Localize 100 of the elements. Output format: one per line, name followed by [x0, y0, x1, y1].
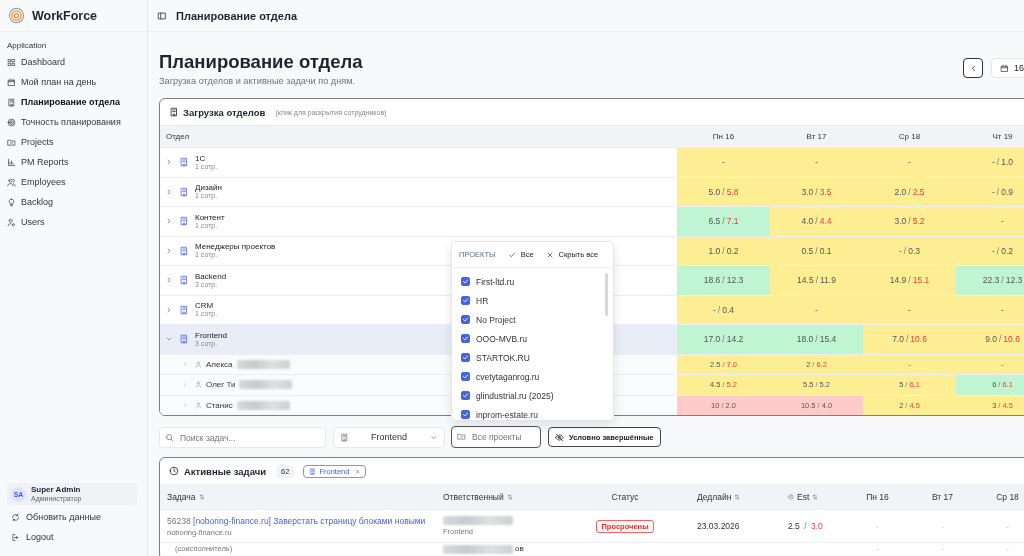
- project-option[interactable]: cvetytaganrog.ru: [452, 367, 613, 386]
- column-header: Чт 19: [991, 132, 1014, 141]
- sidebar-item[interactable]: Планирование отдела: [0, 92, 147, 112]
- department-name[interactable]: 1C: [195, 153, 218, 163]
- people-icon: [7, 177, 16, 187]
- checkbox[interactable]: [461, 315, 470, 324]
- column-header[interactable]: Пн 16: [845, 491, 910, 502]
- project-option[interactable]: First-ltd.ru: [452, 272, 613, 291]
- day-value: -: [941, 521, 944, 531]
- column-header[interactable]: Задача: [160, 491, 437, 502]
- load-cell: -: [770, 295, 863, 324]
- checkbox[interactable]: [461, 372, 470, 381]
- column-header[interactable]: Ср 18: [975, 491, 1024, 502]
- sidebar-section-label: Application: [7, 41, 48, 50]
- load-cell: 0.5 / 0.1: [770, 236, 863, 265]
- sort-icon: [198, 493, 205, 500]
- sidebar-item[interactable]: Точность планирования: [0, 112, 147, 132]
- building-icon: [7, 97, 16, 107]
- department-name[interactable]: Менеджеры проектов: [195, 242, 276, 252]
- previous-button[interactable]: [963, 58, 983, 78]
- load-cell: -: [863, 148, 956, 177]
- expand-chevron-icon[interactable]: [165, 246, 173, 255]
- column-header[interactable]: Дедлайн: [670, 491, 770, 502]
- building-icon: [309, 467, 317, 475]
- projects-field[interactable]: Все проекты: [451, 426, 541, 448]
- load-cell: 14.9 / 15.1: [863, 266, 956, 295]
- search-field[interactable]: Поиск задач...: [159, 427, 326, 448]
- column-header[interactable]: Статус: [580, 491, 670, 502]
- search-icon: [165, 432, 174, 442]
- department-name[interactable]: Backend: [195, 271, 227, 281]
- department-select[interactable]: Frontend: [333, 426, 445, 448]
- column-header[interactable]: Вт 17: [910, 491, 975, 502]
- load-cell: 3.0 / 3.5: [770, 177, 863, 206]
- project-option[interactable]: HR: [452, 291, 613, 310]
- employee-name: Алекса: [206, 359, 233, 369]
- scrollbar-thumb[interactable]: [605, 273, 608, 316]
- sidebar-action[interactable]: Logout: [0, 527, 147, 547]
- day-value: -: [1006, 544, 1009, 554]
- department-name[interactable]: Дизайн: [195, 183, 222, 193]
- project-option[interactable]: OOO-MVB.ru: [452, 329, 613, 348]
- sidebar-item[interactable]: Backlog: [0, 192, 147, 212]
- checkbox[interactable]: [461, 391, 470, 400]
- load-cell: 6.5 / 7.1: [677, 207, 770, 236]
- header-title: Планирование отдела: [176, 9, 298, 22]
- load-cell: -: [677, 148, 770, 177]
- checkbox[interactable]: [461, 277, 470, 286]
- card-title: Загрузка отделов: [183, 106, 266, 118]
- sidebar-item[interactable]: Dashboard: [0, 52, 147, 72]
- blurred-text: [239, 380, 293, 390]
- expand-chevron-icon[interactable]: [165, 276, 173, 285]
- building-icon: [179, 157, 189, 168]
- building-icon: [169, 107, 179, 117]
- column-header[interactable]: Ответственный: [437, 491, 580, 502]
- sidebar-item[interactable]: Мой план на день: [0, 72, 147, 92]
- load-cell: 18.0 / 15.4: [770, 325, 863, 354]
- date-button[interactable]: 16: [991, 58, 1024, 78]
- lightbulb-icon: [7, 197, 16, 207]
- load-cell: 5.0 / 5.8: [677, 177, 770, 206]
- column-header[interactable]: Est: [770, 491, 845, 502]
- sidebar-item[interactable]: Projects: [0, 132, 147, 152]
- close-icon: [545, 250, 554, 259]
- building-icon: [179, 304, 189, 315]
- card-title: Активные задачи: [184, 465, 267, 477]
- project-option[interactable]: STARTOK.RU: [452, 348, 613, 367]
- check-icon: [507, 250, 516, 259]
- load-cell: 7.0 / 10.6: [863, 325, 956, 354]
- column-header: Вт 17: [805, 132, 828, 141]
- sidebar-item[interactable]: PM Reports: [0, 152, 147, 172]
- expand-chevron-icon[interactable]: [165, 305, 173, 314]
- day-value: -: [941, 544, 944, 554]
- load-cell: 2.0 / 2.5: [863, 177, 956, 206]
- department-name[interactable]: Контент: [195, 212, 225, 222]
- department-name[interactable]: Frontend: [195, 330, 228, 340]
- expand-chevron-icon[interactable]: [165, 217, 173, 226]
- task-title[interactable]: 56238 [noboring-finance.ru] Заверстать страницу блоками новыми: [167, 515, 437, 526]
- project-option[interactable]: glindustrial.ru (2025): [452, 386, 613, 405]
- expand-chevron-icon[interactable]: [165, 158, 173, 167]
- blurred-text: [443, 516, 513, 525]
- sidebar-item[interactable]: Employees: [0, 172, 147, 192]
- expand-chevron-icon[interactable]: [165, 187, 173, 196]
- page-subtitle: Загрузка отделов и активные задачи по дням.: [159, 76, 357, 86]
- load-cell: - / 1.0: [956, 148, 1024, 177]
- person-icon: [195, 401, 202, 409]
- load-cell: 4.0 / 4.4: [770, 207, 863, 236]
- project-option[interactable]: inprom-estate.ru: [452, 405, 613, 420]
- bar-chart-icon: [7, 157, 16, 167]
- sidebar-item[interactable]: Users: [0, 212, 147, 232]
- project-option[interactable]: No Project: [452, 310, 613, 329]
- folder-icon: [7, 137, 16, 147]
- sidebar-toggle-icon[interactable]: [157, 10, 167, 21]
- checkbox[interactable]: [461, 410, 470, 419]
- checkbox[interactable]: [461, 296, 470, 305]
- sidebar-action[interactable]: Обновить данные: [0, 507, 147, 527]
- person-icon: [195, 381, 202, 389]
- logo-icon: [8, 7, 25, 24]
- checkbox[interactable]: [461, 353, 470, 362]
- user-name: Super Admin: [31, 485, 82, 494]
- checkbox[interactable]: [461, 334, 470, 343]
- day-value: -: [876, 521, 879, 531]
- department-name[interactable]: CRM: [195, 301, 218, 311]
